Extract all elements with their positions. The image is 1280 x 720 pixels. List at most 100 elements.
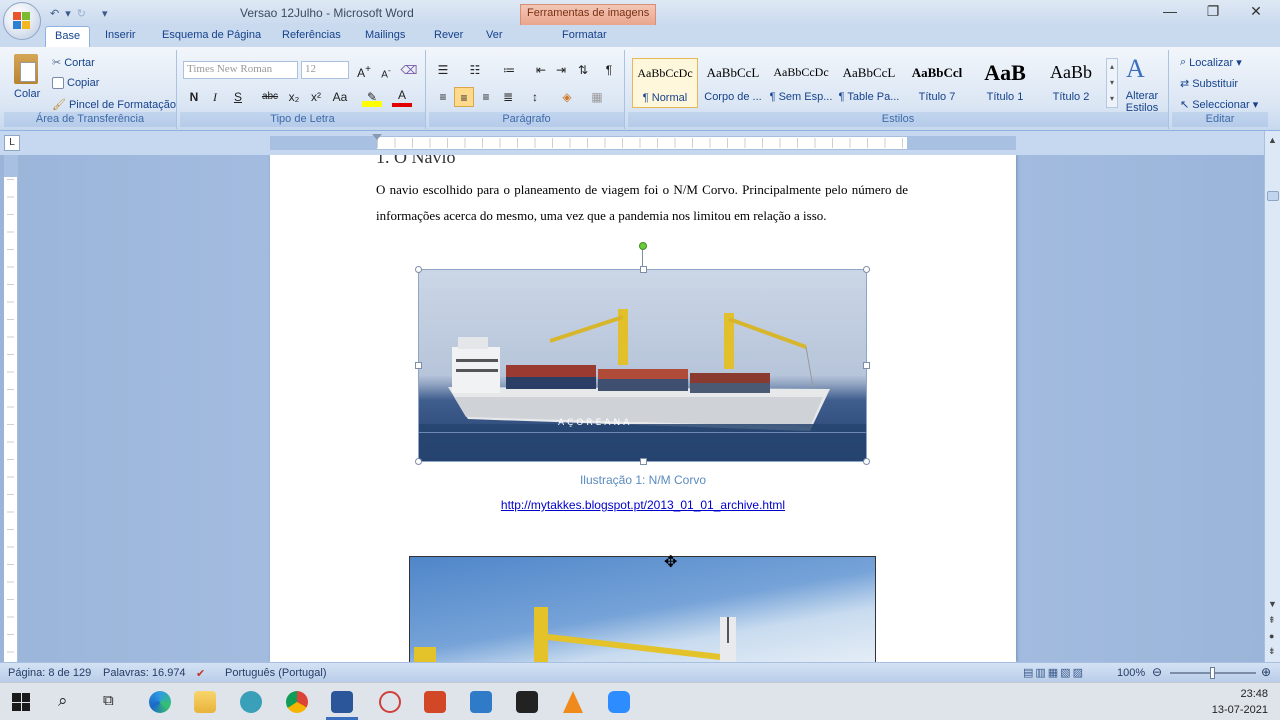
- search-icon[interactable]: ⌕: [58, 691, 68, 711]
- resize-handle-n[interactable]: [640, 266, 647, 273]
- cut-button[interactable]: ✂ Cortar: [52, 56, 95, 70]
- bold-button[interactable]: N: [184, 87, 204, 107]
- style-titulo-7[interactable]: AaBbCcl Título 7: [904, 58, 970, 108]
- browse-object-icon[interactable]: ●: [1269, 631, 1274, 641]
- source-link[interactable]: http://mytakkes.blogspot.pt/2013_01_01_a…: [270, 498, 1016, 512]
- tab-rever[interactable]: Rever: [434, 29, 463, 41]
- change-case-button[interactable]: Aa: [330, 87, 350, 107]
- resize-handle-se[interactable]: [863, 458, 870, 465]
- terminal-icon[interactable]: [516, 691, 538, 713]
- tab-selector[interactable]: L: [4, 135, 20, 151]
- tab-referencias[interactable]: Referências: [282, 29, 341, 41]
- line-spacing-icon[interactable]: ↕: [525, 87, 545, 107]
- windows-start-icon[interactable]: [12, 693, 30, 711]
- vertical-ruler[interactable]: [4, 155, 18, 662]
- highlight-icon[interactable]: ✎: [362, 87, 382, 107]
- zoom-level[interactable]: 100%: [1117, 667, 1145, 679]
- shrink-font-button[interactable]: A-: [376, 60, 396, 80]
- system-clock[interactable]: 23:48 13-07-2021: [1212, 686, 1268, 718]
- view-buttons[interactable]: ▤▥▦▧▨: [1023, 666, 1085, 679]
- resize-handle-sw[interactable]: [415, 458, 422, 465]
- grow-font-button[interactable]: A+: [354, 60, 374, 80]
- close-icon[interactable]: ✕: [1241, 3, 1271, 20]
- styles-scroll[interactable]: ▴ ▾ ▾: [1106, 58, 1118, 108]
- word-count[interactable]: Palavras: 16.974: [103, 667, 186, 679]
- zoom-slider-thumb[interactable]: [1210, 667, 1215, 679]
- resize-handle-s[interactable]: [640, 458, 647, 465]
- zoom-app-icon[interactable]: [608, 691, 630, 713]
- powerpoint-icon[interactable]: [424, 691, 446, 713]
- vertical-scrollbar[interactable]: ▲ ▼ ⇞ ● ⇟: [1264, 131, 1280, 662]
- chrome-icon[interactable]: [286, 691, 308, 713]
- rotate-handle[interactable]: [639, 242, 647, 250]
- tab-base[interactable]: Base: [45, 26, 91, 48]
- zoom-out-icon[interactable]: ⊖: [1152, 665, 1162, 679]
- spellcheck-icon[interactable]: ✔: [196, 667, 205, 680]
- style-normal[interactable]: AaBbCcDc ¶ Normal: [632, 58, 698, 108]
- shading-icon[interactable]: ◈: [557, 87, 577, 107]
- tab-formatar[interactable]: Formatar: [562, 29, 607, 41]
- italic-button[interactable]: I: [205, 87, 225, 107]
- subscript-button[interactable]: x₂: [284, 87, 304, 107]
- style-titulo-1[interactable]: AaB Título 1: [972, 58, 1038, 108]
- undo-icon[interactable]: ↶: [50, 7, 59, 20]
- edge-icon[interactable]: [149, 691, 171, 713]
- justify-icon[interactable]: ≣: [498, 87, 518, 107]
- file-explorer-icon[interactable]: [194, 691, 216, 713]
- zoom-in-icon[interactable]: ⊕: [1261, 665, 1271, 679]
- page-count[interactable]: Página: 8 de 129: [8, 667, 91, 679]
- resize-handle-ne[interactable]: [863, 266, 870, 273]
- change-styles-icon[interactable]: A: [1126, 54, 1145, 84]
- scroll-up-icon[interactable]: ▲: [1268, 135, 1277, 145]
- paste-icon[interactable]: [14, 54, 38, 84]
- decrease-indent-icon[interactable]: ⇤: [531, 60, 551, 80]
- borders-icon[interactable]: ▦: [587, 87, 607, 107]
- word-icon[interactable]: [331, 691, 353, 713]
- office-button[interactable]: [3, 2, 41, 40]
- vlc-icon[interactable]: [563, 691, 583, 713]
- font-size-combo[interactable]: 12: [301, 61, 349, 79]
- app-k-icon[interactable]: [470, 691, 492, 713]
- resize-handle-w[interactable]: [415, 362, 422, 369]
- align-center-icon[interactable]: ≡: [454, 87, 474, 107]
- multilevel-list-icon[interactable]: ≔: [499, 60, 519, 80]
- snipping-tool-icon[interactable]: [379, 691, 401, 713]
- font-color-icon[interactable]: A: [392, 87, 412, 107]
- resize-handle-e[interactable]: [863, 362, 870, 369]
- dropdown-icon[interactable]: ▾: [65, 7, 71, 20]
- sort-icon[interactable]: ⇅: [573, 60, 593, 80]
- indent-marker[interactable]: [372, 134, 382, 140]
- document-page[interactable]: 1. O Navio O navio escolhido para o plan…: [270, 155, 1016, 662]
- style-titulo-2[interactable]: AaBb Título 2: [1038, 58, 1104, 108]
- app-icon[interactable]: [240, 691, 262, 713]
- increase-indent-icon[interactable]: ⇥: [551, 60, 571, 80]
- task-view-icon[interactable]: ⧉: [103, 692, 114, 709]
- horizontal-ruler[interactable]: [270, 134, 1016, 150]
- tab-esquema-pagina[interactable]: Esquema de Página: [162, 29, 261, 41]
- zoom-slider[interactable]: [1170, 667, 1256, 679]
- format-painter-button[interactable]: 🖌 Pincel de Formatação: [52, 98, 176, 112]
- restore-icon[interactable]: ❐: [1198, 3, 1228, 20]
- underline-button[interactable]: S: [228, 87, 248, 107]
- tab-ver[interactable]: Ver: [486, 29, 503, 41]
- style-sem-espacamento[interactable]: AaBbCcDc ¶ Sem Esp...: [768, 58, 834, 108]
- show-marks-icon[interactable]: ¶: [599, 60, 619, 80]
- language[interactable]: Português (Portugal): [225, 667, 327, 679]
- copy-button[interactable]: Copiar: [52, 77, 99, 89]
- scroll-thumb[interactable]: [1267, 191, 1279, 201]
- next-page-icon[interactable]: ⇟: [1268, 646, 1276, 657]
- tab-inserir[interactable]: Inserir: [105, 29, 136, 41]
- numbering-icon[interactable]: ☷: [465, 60, 485, 80]
- clear-format-icon[interactable]: ⌫: [399, 60, 419, 80]
- body-paragraph[interactable]: O navio escolhido para o planeamento de …: [376, 177, 908, 229]
- font-name-combo[interactable]: Times New Roman: [183, 61, 298, 79]
- align-left-icon[interactable]: ≡: [433, 87, 453, 107]
- strikethrough-button[interactable]: abc: [260, 87, 280, 107]
- bullets-icon[interactable]: ☰: [433, 60, 453, 80]
- superscript-button[interactable]: x²: [306, 87, 326, 107]
- customize-qat-icon[interactable]: ▾: [102, 7, 108, 20]
- paste-button[interactable]: Colar: [14, 88, 40, 100]
- redo-icon[interactable]: ↻: [77, 7, 86, 20]
- minimize-icon[interactable]: —: [1155, 3, 1185, 19]
- change-styles-button[interactable]: Alterar Estilos: [1120, 90, 1164, 114]
